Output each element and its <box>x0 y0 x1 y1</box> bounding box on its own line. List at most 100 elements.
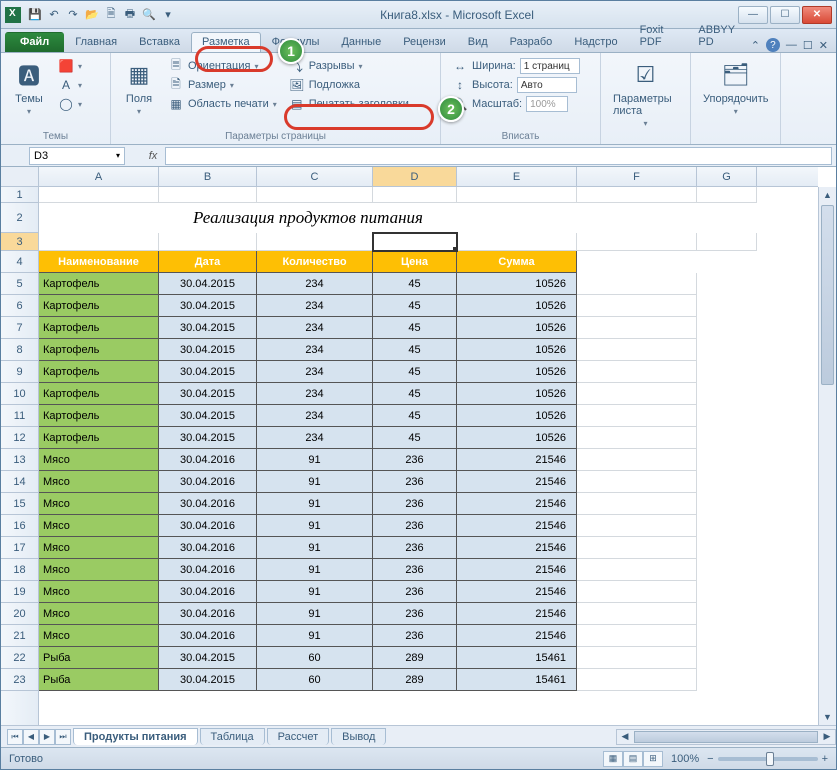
cell[interactable] <box>577 647 697 669</box>
close-button[interactable]: ✕ <box>802 6 832 24</box>
cell[interactable]: Цена <box>373 251 457 273</box>
row-8[interactable]: 8 <box>1 339 38 361</box>
vertical-scrollbar[interactable]: ▲ ▼ <box>818 187 836 725</box>
cell[interactable] <box>577 273 697 295</box>
row-17[interactable]: 17 <box>1 537 38 559</box>
cell[interactable]: 21546 <box>457 603 577 625</box>
cell[interactable]: 236 <box>373 537 457 559</box>
zoom-out-button[interactable]: − <box>707 753 713 765</box>
namebox-dropdown-icon[interactable]: ▾ <box>116 151 120 160</box>
cell[interactable] <box>577 625 697 647</box>
cell[interactable]: 60 <box>257 669 373 691</box>
cell[interactable]: 10526 <box>457 339 577 361</box>
cell[interactable]: Картофель <box>39 295 159 317</box>
cell[interactable]: 10526 <box>457 383 577 405</box>
cell[interactable]: Мясо <box>39 471 159 493</box>
cell[interactable]: Картофель <box>39 317 159 339</box>
qat-preview-icon[interactable]: 🔍 <box>141 7 157 23</box>
row-18[interactable]: 18 <box>1 559 38 581</box>
cell[interactable]: Картофель <box>39 427 159 449</box>
qat-undo-icon[interactable]: ↶ <box>46 7 62 23</box>
cell[interactable]: 91 <box>257 559 373 581</box>
cell[interactable]: 60 <box>257 647 373 669</box>
cell[interactable]: Мясо <box>39 449 159 471</box>
qat-new-icon[interactable]: 🗎 <box>103 7 119 23</box>
cell[interactable]: 30.04.2016 <box>159 471 257 493</box>
hscroll-thumb[interactable] <box>634 731 818 743</box>
cell[interactable]: 45 <box>373 361 457 383</box>
tab-abbyy[interactable]: ABBYY PD <box>687 20 750 52</box>
cell[interactable] <box>577 339 697 361</box>
sheet-tab-2[interactable]: Рассчет <box>267 728 330 745</box>
cell[interactable]: 30.04.2016 <box>159 537 257 559</box>
horizontal-scrollbar[interactable]: ◀ ▶ <box>616 729 836 745</box>
cells-area[interactable]: Реализация продуктов питанияНаименование… <box>39 187 818 725</box>
cell[interactable] <box>577 187 697 203</box>
cell[interactable]: Мясо <box>39 537 159 559</box>
cell[interactable]: 21546 <box>457 471 577 493</box>
cell[interactable] <box>373 187 457 203</box>
cell[interactable]: 236 <box>373 449 457 471</box>
cell[interactable]: 91 <box>257 471 373 493</box>
qat-more-icon[interactable]: ▾ <box>160 7 176 23</box>
cell[interactable]: Мясо <box>39 625 159 647</box>
qat-open-icon[interactable]: 📂 <box>84 7 100 23</box>
theme-effects-button[interactable]: ◯ <box>55 95 85 113</box>
row-9[interactable]: 9 <box>1 361 38 383</box>
cell[interactable]: 236 <box>373 603 457 625</box>
cell[interactable]: 236 <box>373 559 457 581</box>
cell[interactable]: 10526 <box>457 295 577 317</box>
sheet-tab-0[interactable]: Продукты питания <box>73 728 198 745</box>
scroll-up-icon[interactable]: ▲ <box>819 187 836 203</box>
cell[interactable]: Наименование <box>39 251 159 273</box>
row-15[interactable]: 15 <box>1 493 38 515</box>
cell[interactable]: 30.04.2016 <box>159 515 257 537</box>
sheet-tab-3[interactable]: Вывод <box>331 728 386 745</box>
cell[interactable]: 45 <box>373 317 457 339</box>
hscroll-left-icon[interactable]: ◀ <box>617 730 633 744</box>
vscroll-thumb[interactable] <box>821 205 834 385</box>
cell[interactable]: 21546 <box>457 559 577 581</box>
cell[interactable] <box>577 493 697 515</box>
row-21[interactable]: 21 <box>1 625 38 647</box>
cell[interactable] <box>577 515 697 537</box>
cell[interactable]: 289 <box>373 669 457 691</box>
row-19[interactable]: 19 <box>1 581 38 603</box>
row-22[interactable]: 22 <box>1 647 38 669</box>
row-20[interactable]: 20 <box>1 603 38 625</box>
tab-file[interactable]: Файл <box>5 32 64 52</box>
view-normal-button[interactable]: ▦ <box>603 751 623 767</box>
cell[interactable]: 234 <box>257 273 373 295</box>
margins-button[interactable]: ▦ Поля <box>119 57 159 118</box>
scale-percent-input[interactable] <box>526 96 568 112</box>
cell[interactable]: 45 <box>373 405 457 427</box>
cell[interactable] <box>577 603 697 625</box>
cell[interactable]: 30.04.2015 <box>159 405 257 427</box>
cell[interactable]: 21546 <box>457 625 577 647</box>
row-5[interactable]: 5 <box>1 273 38 295</box>
cell[interactable]: 30.04.2016 <box>159 449 257 471</box>
cell[interactable]: Дата <box>159 251 257 273</box>
cell[interactable]: 30.04.2016 <box>159 581 257 603</box>
cell[interactable] <box>577 559 697 581</box>
tab-home[interactable]: Главная <box>64 32 128 52</box>
name-box[interactable]: D3▾ <box>29 147 125 165</box>
row-12[interactable]: 12 <box>1 427 38 449</box>
tab-insert[interactable]: Вставка <box>128 32 191 52</box>
cell[interactable]: 21546 <box>457 449 577 471</box>
cell[interactable]: 21546 <box>457 493 577 515</box>
row-4[interactable]: 4 <box>1 251 38 273</box>
mdi-minimize-icon[interactable]: — <box>786 39 797 51</box>
cell[interactable]: Картофель <box>39 273 159 295</box>
mdi-close-icon[interactable]: ✕ <box>819 39 828 52</box>
cell[interactable]: 21546 <box>457 537 577 559</box>
cell[interactable] <box>577 449 697 471</box>
cell[interactable]: 10526 <box>457 361 577 383</box>
cell[interactable]: 234 <box>257 339 373 361</box>
grid[interactable]: A B C D E F G 12345678910111213141516171… <box>1 167 836 725</box>
cell[interactable] <box>457 187 577 203</box>
tab-page-layout[interactable]: Разметка <box>191 32 261 52</box>
cell[interactable]: 30.04.2015 <box>159 339 257 361</box>
col-D[interactable]: D <box>373 167 457 186</box>
cell[interactable]: Мясо <box>39 581 159 603</box>
